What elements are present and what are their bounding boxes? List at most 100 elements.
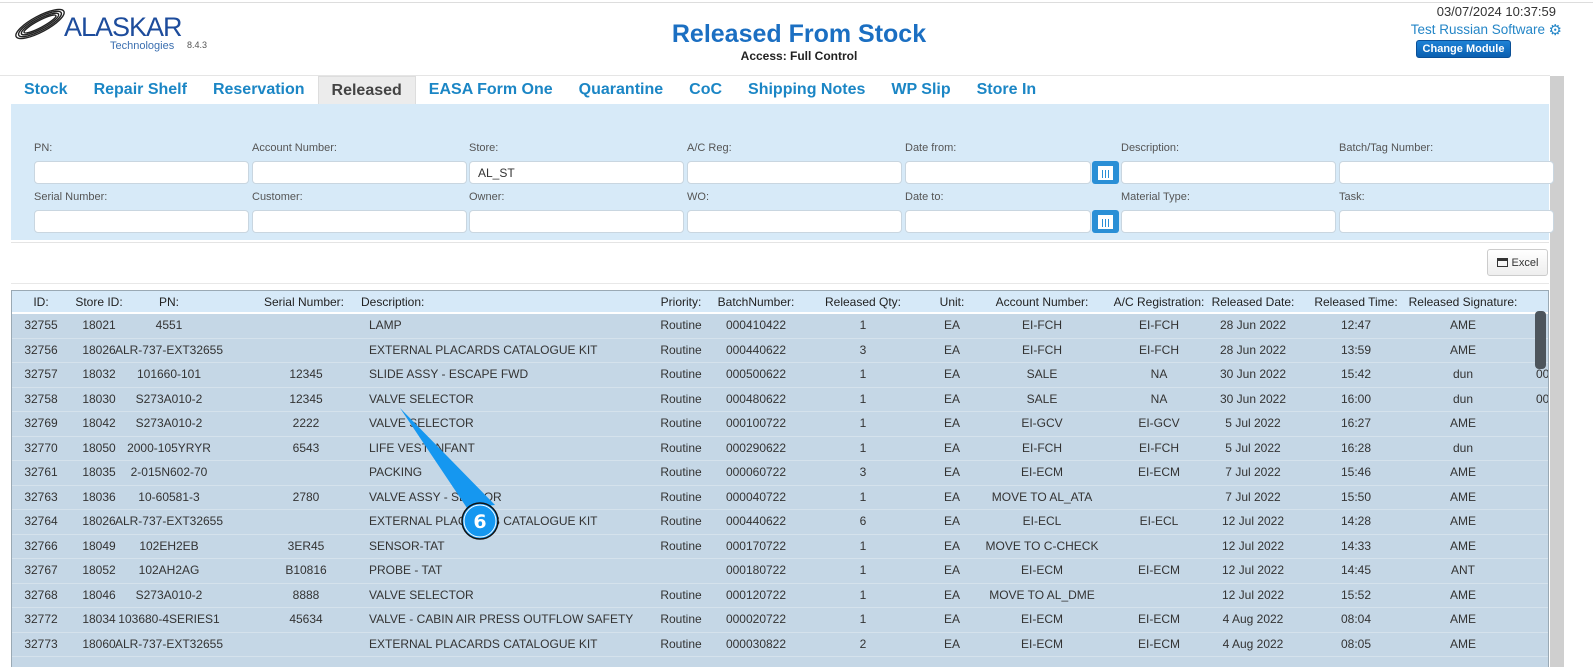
table-cell: EI-FCH [1022,440,1062,455]
filter-input[interactable] [34,161,249,184]
table-row[interactable]: 32773 18060 ALR-737-EXT32655 EXTERNAL PLACA… [12,633,1548,657]
table-cell: VALVE ASSY - SENSOR [369,489,502,504]
column-header[interactable]: BatchNumber: [718,291,795,314]
tab-store-in[interactable]: Store In [964,76,1050,104]
column-header[interactable]: Released Time: [1314,291,1397,314]
column-header[interactable]: PN: [159,291,179,314]
column-header[interactable]: Account Number: [996,291,1089,314]
filter-input[interactable]: AL_ST [469,161,684,184]
tab-repair-shelf[interactable]: Repair Shelf [81,76,200,104]
filter-input[interactable] [469,210,684,233]
table-row[interactable]: 32767 18052 102AH2AG B10816 PROBE - TAT 00018… [12,559,1548,584]
table-cell: EA [943,367,961,381]
table-row[interactable]: 32768 18046 S273A010-2 8888 VALVE SELECTOR Ro… [12,584,1548,608]
table-cell: 18021 [82,318,116,332]
table-cell: AME [1449,318,1477,332]
table-cell: EI-FCH [1139,342,1179,357]
table-row[interactable]: 32756 18026 ALR-737-EXT32655 EXTERNAL PLACA… [12,339,1548,363]
table-cell: 1 [859,563,867,577]
tab-wp-slip[interactable]: WP Slip [878,76,963,104]
table-cell: 32761 [24,465,58,479]
table-cell: EA [943,440,961,455]
filter-input[interactable] [1121,210,1336,233]
table-cell: S273A010-2 [135,416,203,430]
table-cell: 103680-4SERIES1 [118,612,220,626]
column-header[interactable]: Priority: [661,291,702,314]
tab-easa-form-one[interactable]: EASA Form One [416,76,566,104]
table-row[interactable]: 32770 18050 2000-105YRYR 6543 LIFE VEST INFA… [12,437,1548,461]
tab-stock[interactable]: Stock [11,76,81,104]
table-row[interactable]: 32764 18026 ALR-737-EXT32655 EXTERNAL PLACA… [12,510,1548,535]
filter-label: PN: [34,142,53,154]
column-header[interactable]: Released Date: [1212,291,1295,314]
table-cell: EI-FCH [1022,318,1062,332]
table-row[interactable]: 32763 18036 10-60581-3 2780 VALVE ASSY - SEN… [12,486,1548,510]
table-cell: 32757 [24,367,58,381]
tab-reservation[interactable]: Reservation [200,76,318,104]
table-cell: 1 [859,318,867,332]
column-header[interactable]: ID: [33,291,48,314]
table-cell: 000170722 [725,538,787,553]
gear-icon[interactable]: ⚙ [1549,21,1562,39]
table-cell: EXTERNAL PLACARDS CATALOGUE KIT [369,514,598,528]
column-header[interactable]: Description: [361,291,424,314]
filter-a-c-reg: A/C Reg: [687,142,902,184]
table-cell: ALR-737-EXT32655 [114,514,224,528]
table-cell: 28 Jun 2022 [1219,342,1287,357]
filter-input[interactable] [905,161,1091,184]
filter-pn: PN: [34,142,249,184]
table-cell: EA [943,318,961,332]
tab-coc[interactable]: CoC [676,76,735,104]
tab-shipping-notes[interactable]: Shipping Notes [735,76,878,104]
table-cell: EI-ECM [1021,636,1063,651]
filter-input[interactable] [905,210,1091,233]
column-header[interactable]: Store ID: [75,291,122,314]
filter-input[interactable] [34,210,249,233]
table-cell: 1 [859,391,867,406]
column-header[interactable]: Serial Number: [264,291,344,314]
table-row[interactable]: 32761 18035 2-015N602-70 PACKING Routine 0000… [12,461,1548,486]
table-cell: 18060 [82,636,116,651]
table-cell: Routine [660,367,702,381]
filter-input[interactable] [1339,161,1554,184]
calendar-icon[interactable] [1092,161,1119,184]
table-cell: EI-ECM [1138,636,1180,651]
filter-input[interactable] [687,161,902,184]
column-header[interactable]: A/C Registration: [1114,291,1205,314]
table-cell: 18032 [82,367,116,381]
column-header[interactable]: Released Signature: [1409,291,1518,314]
filter-input[interactable] [1339,210,1554,233]
table-row[interactable]: 32772 18034 103680-4SERIES1 45634 VALVE - CA… [12,608,1548,633]
table-cell: EXTERNAL PLACARDS CATALOGUE KIT [369,636,598,651]
table-row[interactable]: 32769 18042 S273A010-2 2222 VALVE SELECTOR Ro… [12,412,1548,437]
table-cell: 00 [1536,391,1549,406]
user-name-link[interactable]: Test Russian Software [1411,22,1545,37]
table-row[interactable]: 32758 18030 S273A010-2 12345 VALVE SELECTOR R… [12,388,1549,412]
table-scrollbar-thumb[interactable] [1535,311,1546,369]
table-cell: SALE [1026,367,1058,381]
filter-input[interactable] [252,161,467,184]
table-cell: 5 Jul 2022 [1225,440,1281,455]
table-row[interactable]: 32757 18032 101660-101 12345 SLIDE ASSY - ES… [12,363,1548,388]
table-cell: 30 Jun 2022 [1219,391,1287,406]
filter-input[interactable] [252,210,467,233]
table-cell: 15:50 [1340,489,1372,504]
table-cell: 102EH2EB [139,538,199,553]
table-cell: 16:27 [1340,416,1372,430]
tab-released[interactable]: Released [317,76,416,104]
table-cell: 12 Jul 2022 [1221,514,1285,528]
change-module-button[interactable]: Change Module [1416,40,1511,58]
table-cell: EA [943,342,961,357]
filter-label: Customer: [252,191,303,203]
column-header[interactable]: Unit: [940,291,965,314]
column-header[interactable]: Released Qty: [825,291,901,314]
table-cell: 32755 [24,318,58,332]
excel-export-button[interactable]: Excel [1487,249,1548,276]
filter-input[interactable] [1121,161,1336,184]
table-cell: 28 Jun 2022 [1219,318,1287,332]
filter-input[interactable] [687,210,902,233]
table-row[interactable]: 32755 18021 4551 LAMP Routine 000410422 1 EA EI-… [12,314,1548,339]
tab-quarantine[interactable]: Quarantine [566,76,676,104]
calendar-icon[interactable] [1092,210,1119,233]
table-row[interactable]: 32766 18049 102EH2EB 3ER45 SENSOR-TAT Routine… [12,535,1548,559]
